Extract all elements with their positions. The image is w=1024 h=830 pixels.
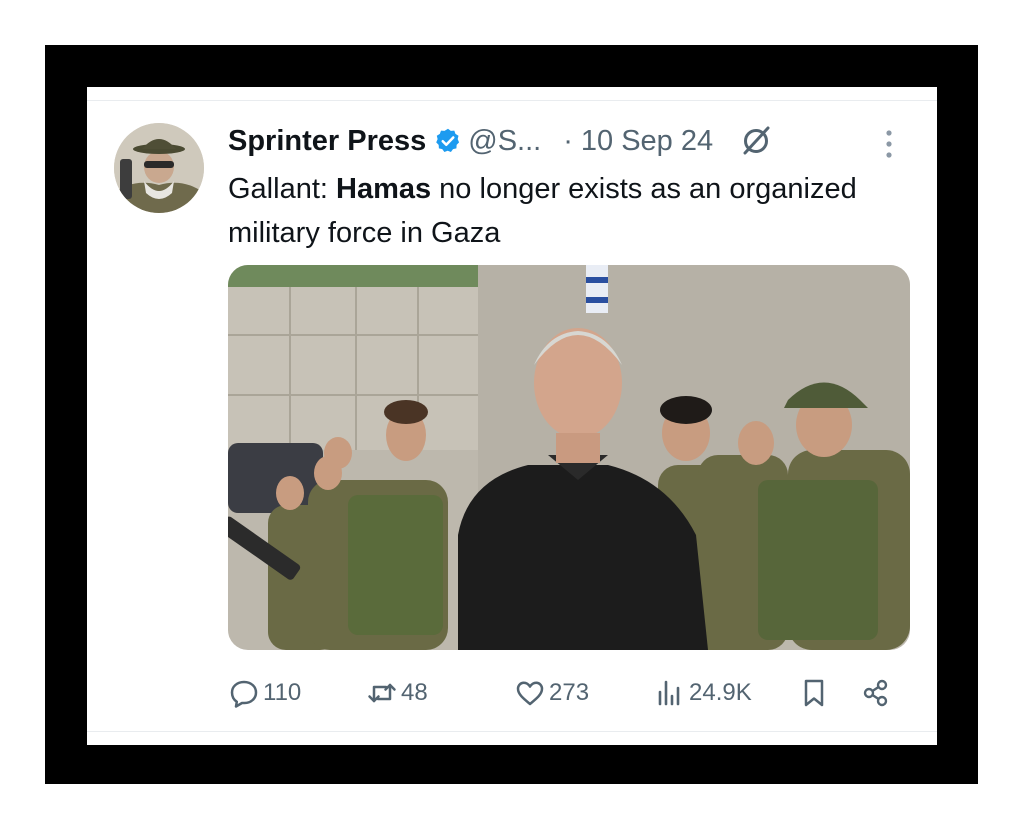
tweet-text: Gallant: Hamas no longer exists as an or… [228,167,868,255]
action-bar: 110 48 273 24.9K [228,673,908,713]
bookmark-icon [804,679,824,707]
author-name[interactable]: Sprinter Press [228,125,426,158]
like-button[interactable]: 273 [514,673,589,713]
repost-icon [368,683,396,703]
tweet-media-image[interactable] [228,265,910,650]
grok-icon[interactable] [739,124,773,158]
avatar[interactable] [114,123,204,213]
view-count: 24.9K [689,679,752,706]
tweet-text-bold: Hamas [336,173,432,205]
repost-button[interactable]: 48 [366,673,428,713]
divider-top [87,100,937,101]
like-icon [516,681,544,706]
separator-dot: · [563,124,573,157]
reply-icon [230,680,258,708]
share-button[interactable] [860,673,892,713]
like-count: 273 [549,679,590,706]
more-options-icon[interactable] [883,127,895,161]
views-button[interactable]: 24.9K [654,673,752,713]
author-handle[interactable]: @S... [468,125,541,158]
tweet-header: Sprinter Press @S... · 10 Sep 24 [228,121,773,161]
verified-badge-icon [436,128,460,152]
tweet-text-part1: Gallant: [228,173,336,205]
views-icon [658,680,680,706]
tweet-date[interactable]: 10 Sep 24 [581,125,713,158]
reply-count: 110 [263,679,302,706]
bookmark-button[interactable] [798,673,830,713]
share-icon [863,679,888,707]
reply-button[interactable]: 110 [228,673,301,713]
repost-count: 48 [401,679,428,706]
divider-bottom [87,731,937,732]
tweet-card[interactable]: Sprinter Press @S... · 10 Sep 24 Gallant… [87,87,937,745]
